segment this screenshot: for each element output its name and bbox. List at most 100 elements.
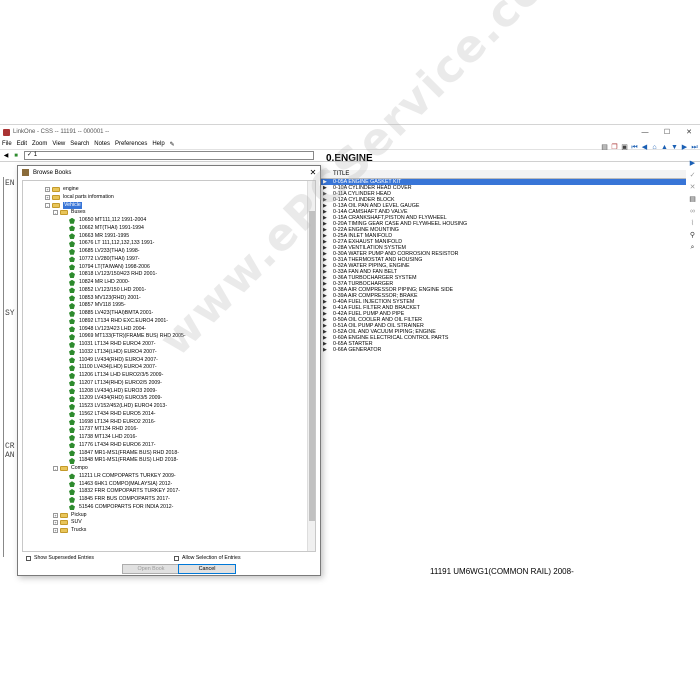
tree-node-book[interactable]: 11211 LR COMPOPARTS TURKEY 2009- — [69, 473, 176, 480]
expand-icon[interactable]: + — [53, 528, 58, 534]
browse-books-icon[interactable]: ■ — [12, 152, 20, 160]
menu-help[interactable]: Help — [152, 141, 164, 147]
book-combo[interactable]: ✓ 1 — [24, 151, 314, 160]
tree-node-book[interactable]: 10892 LT134 RHD EXC.EURO4 2001- — [69, 318, 168, 325]
tree-node-vehicle[interactable]: - Vehicle — [45, 201, 82, 209]
tree-node-book[interactable]: 11032 LT134(LHD) EURO4 2007- — [69, 349, 157, 356]
tree-node-book[interactable]: 11100 LV434(LHD) EURO4 2007- — [69, 364, 157, 371]
tree-node-book[interactable]: 11209 LV434(RHD) EURO3/5 2009- — [69, 395, 162, 402]
menu-zoom[interactable]: Zoom — [32, 141, 47, 147]
search-icon[interactable]: ⌕ — [688, 242, 697, 254]
binoculars-icon[interactable]: ⚲ — [688, 230, 697, 242]
next-page-icon[interactable]: ▶ — [680, 143, 689, 152]
tree-node-label: 11832 FRR COMPOPARTS TURKEY 2017- — [79, 488, 180, 495]
menu-view[interactable]: View — [52, 141, 65, 147]
tree-node-book[interactable]: 51546 COMPOPARTS FOR INDIA 2012- — [69, 504, 173, 511]
tree-node-book[interactable]: 11207 LT134(RHD) EURO2/5 2009- — [69, 380, 162, 387]
tree-node-book[interactable]: 10794 LT(TAIWAN) 1998-2006 — [69, 264, 150, 271]
menu-preferences[interactable]: Preferences — [115, 141, 147, 147]
copy-icon[interactable]: ❐ — [610, 143, 619, 152]
tree-scrollbar[interactable] — [307, 181, 315, 551]
expand-icon[interactable]: + — [53, 520, 58, 526]
expand-icon[interactable]: + — [45, 187, 50, 193]
tree-node-category[interactable]: + Trucks — [53, 527, 86, 534]
tree-node-book[interactable]: 10663 MR 1991-1995 — [69, 233, 129, 240]
unlink-icon[interactable]: ⌇ — [688, 218, 697, 230]
tree-node-book[interactable]: 11049 LV434(RHD) EURO4 2007- — [69, 357, 158, 364]
tree-node-book[interactable]: 11206 LT134 LHD EURO2/3/5 2009- — [69, 372, 163, 379]
open-book-button[interactable]: Open Book — [122, 564, 180, 574]
tree-node-book[interactable]: 11562 LT434 RHD EURO5 2014- — [69, 411, 156, 418]
scrollbar-thumb[interactable] — [309, 211, 315, 521]
tree-node-book[interactable]: 11832 FRR COMPOPARTS TURKEY 2017- — [69, 488, 180, 495]
tree-node-book[interactable]: 11845 FRR BUS COMPOPARTS 2017- — [69, 496, 170, 503]
show-superseded-checkbox[interactable] — [26, 555, 31, 561]
menu-file[interactable]: File — [2, 141, 12, 147]
column-header-title[interactable]: TITLE — [321, 170, 686, 179]
tree-node-engine[interactable]: + engine — [45, 186, 79, 193]
tree-node-book[interactable]: 11523 LV152/452(LHD) EURO4 2013- — [69, 403, 167, 410]
close-button[interactable]: ✕ — [678, 128, 700, 136]
print-icon[interactable]: ▤ — [600, 143, 609, 152]
folder-icon — [60, 210, 68, 216]
menu-notes[interactable]: Notes — [94, 141, 110, 147]
tree-node-book[interactable]: 10685 LV233(THAI) 1998- — [69, 248, 139, 255]
last-page-icon[interactable]: ⏭ — [690, 143, 699, 152]
expand-icon[interactable]: + — [53, 512, 58, 518]
tree-node-book[interactable]: 10772 LV280(THAI) 1997- — [69, 256, 139, 263]
home-icon[interactable]: ⌂ — [650, 143, 659, 152]
tree-node-book[interactable]: 10676 LT 111,112,132,133 1991- — [69, 240, 154, 247]
tree-node-compo[interactable]: - Compo — [53, 465, 88, 472]
first-page-icon[interactable]: ⏮ — [630, 143, 639, 152]
link-icon[interactable]: ∞ — [688, 206, 697, 218]
dialog-close-button[interactable]: ✕ — [306, 168, 320, 177]
tree-node-book[interactable]: 11738 MT134 LHD 2016- — [69, 434, 137, 441]
tree-node-book[interactable]: 10662 MT(THAI) 1991-1994 — [69, 225, 144, 232]
tree-node-book[interactable]: 10948 LV123/423 LHD 2004- — [69, 326, 146, 333]
list-icon[interactable]: ▤ — [688, 194, 697, 206]
tick-icon[interactable]: ✓ — [688, 170, 697, 182]
info-icon[interactable]: ▣ — [620, 143, 629, 152]
section-row[interactable]: ▶ 0-66A GENERATOR — [321, 347, 686, 353]
tree-node-book[interactable]: 11737 MT134 RHD 2016- — [69, 426, 138, 433]
menu-edit[interactable]: Edit — [17, 141, 27, 147]
tree-node-book[interactable]: 11698 LT134 RHD EURO2 2016- — [69, 419, 156, 426]
tree-node-label: 11206 LT134 LHD EURO2/3/5 2009- — [79, 372, 164, 378]
maximize-button[interactable]: ☐ — [656, 128, 678, 136]
tree-node-book[interactable]: 11031 LT134 RHD EURO4 2007- — [69, 341, 156, 348]
collapse-icon[interactable]: - — [45, 202, 50, 208]
tree-node-local-parts[interactable]: + local parts information — [45, 194, 114, 201]
tree-node-category[interactable]: + Pickup — [53, 512, 87, 519]
collapse-icon[interactable]: - — [53, 210, 58, 216]
collapse-icon[interactable]: - — [53, 466, 58, 472]
prev-page-icon[interactable]: ◀ — [640, 143, 649, 152]
tree-node-book[interactable]: 10852 LV123/150 LHD 2001- — [69, 287, 146, 294]
tree-node-book[interactable]: 10857 MV118 1995- — [69, 302, 126, 309]
tree-node-book[interactable]: 11776 LT434 RHD EURO6 2017- — [69, 442, 156, 449]
play-icon[interactable]: ▶ — [688, 158, 697, 170]
down-icon[interactable]: ▼ — [670, 143, 679, 152]
tree-node-book[interactable]: 11463 6HK1 COMPO(MALAYSIA) 2012- — [69, 481, 172, 488]
allow-selection-checkbox[interactable] — [174, 555, 179, 561]
menu-search[interactable]: Search — [70, 141, 89, 147]
up-icon[interactable]: ▲ — [660, 143, 669, 152]
pin-icon[interactable]: ✎ — [170, 141, 175, 148]
tree-node-book[interactable]: 10650 MT111,112 1991-2004 — [69, 217, 146, 224]
tree-node-book[interactable]: 10885 LV423(THAI)BMTA 2001- — [69, 310, 153, 317]
folder-icon — [60, 528, 68, 534]
cancel-button[interactable]: Cancel — [178, 564, 236, 574]
tree-node-book[interactable]: 10818 LV123/150/423 RHD 2001- — [69, 271, 157, 278]
tree-node-book[interactable]: 11208 LV434(LHD) EURO3 2009- — [69, 388, 157, 395]
tree-node-book[interactable]: 11848 MR1-MS1(FRAME BUS) LHD 2018- — [69, 457, 178, 464]
back-icon[interactable]: ◀ — [2, 152, 10, 160]
tree-node-book[interactable]: 10824 MR LHD 2000- — [69, 279, 129, 286]
tree-node-category[interactable]: + SUV — [53, 519, 82, 526]
minimize-button[interactable]: — — [634, 129, 656, 136]
tree-node-book[interactable]: 10853 MV123(RHD) 2001- — [69, 295, 141, 302]
tree-node-buses[interactable]: - Buses — [53, 209, 85, 216]
expand-icon[interactable]: + — [45, 194, 50, 200]
tree-node-label: 11032 LT134(LHD) EURO4 2007- — [79, 348, 157, 355]
tree-node-book[interactable]: 11847 MR1-MS1(FRAME BUS) RHD 2018- — [69, 450, 179, 457]
tree-node-book[interactable]: 10969 MT133(FTR)(FRAME BUS) RHD 2005- — [69, 333, 186, 340]
remove-icon[interactable]: ✕ — [688, 182, 697, 194]
